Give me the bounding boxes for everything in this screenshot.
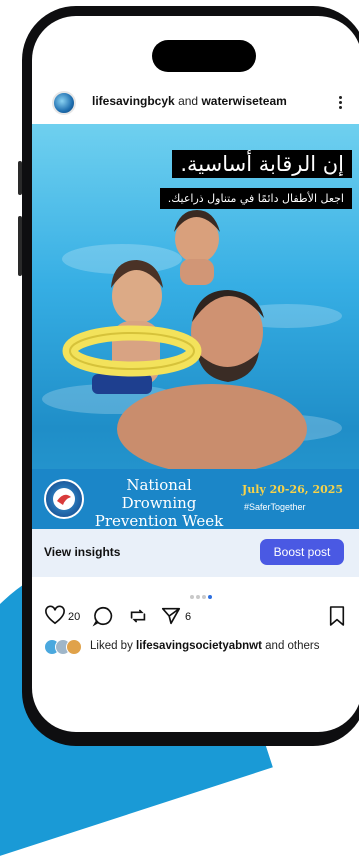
liked-by-prefix: Liked by bbox=[90, 640, 133, 652]
author-joiner: and bbox=[178, 94, 199, 108]
liked-by-text[interactable]: Liked by lifesavingsocietyabnwt and othe… bbox=[90, 640, 320, 652]
post-header: lifesavingbcyk and waterwiseteam bbox=[32, 80, 359, 124]
post-image[interactable]: إن الرقابة أساسية. اجعل الأطفال دائمًا ف… bbox=[32, 124, 359, 529]
shares-count[interactable]: 6 bbox=[185, 611, 191, 623]
banner-title-line-1: National Drowning bbox=[121, 476, 197, 512]
liked-by-row: Liked by lifesavingsocietyabnwt and othe… bbox=[44, 637, 359, 657]
post-actions: 20 6 bbox=[32, 601, 359, 633]
carousel-dot-active bbox=[208, 595, 212, 599]
overlay-headline: إن الرقابة أساسية. bbox=[172, 150, 352, 178]
avatar[interactable] bbox=[52, 91, 76, 115]
avatar bbox=[66, 639, 82, 655]
lifesaving-society-logo bbox=[44, 479, 84, 519]
banner-title: National Drowning Prevention Week bbox=[94, 476, 224, 529]
banner-dates: July 20-26, 2025 bbox=[242, 483, 344, 496]
more-icon[interactable] bbox=[335, 94, 345, 112]
author-username[interactable]: lifesavingbcyk bbox=[92, 94, 175, 108]
phone-screen: lifesavingbcyk and waterwiseteam إن الرق… bbox=[32, 16, 359, 732]
liked-by-user[interactable]: lifesavingsocietyabnwt bbox=[136, 640, 262, 652]
overlay-subline: اجعل الأطفال دائمًا في متناول ذراعيك. bbox=[159, 188, 352, 209]
dynamic-island bbox=[152, 40, 256, 72]
phone-side-button bbox=[18, 216, 22, 276]
campaign-banner: National Drowning Prevention Week July 2… bbox=[32, 469, 359, 529]
collaborator-username[interactable]: waterwiseteam bbox=[201, 94, 286, 108]
carousel-dot bbox=[196, 595, 200, 599]
liker-avatars[interactable] bbox=[44, 639, 84, 655]
banner-hashtag: #SaferTogether bbox=[244, 502, 306, 512]
post-author-line: lifesavingbcyk and waterwiseteam bbox=[92, 94, 287, 108]
comment-icon[interactable] bbox=[92, 605, 114, 632]
banner-title-line-2: Prevention Week bbox=[94, 512, 224, 529]
view-insights-link[interactable]: View insights bbox=[44, 545, 120, 559]
carousel-dot bbox=[202, 595, 206, 599]
boost-post-button[interactable]: Boost post bbox=[260, 539, 344, 565]
carousel-dot bbox=[190, 595, 194, 599]
repost-icon[interactable] bbox=[127, 605, 149, 632]
insights-bar: View insights Boost post bbox=[32, 529, 359, 577]
liked-by-suffix: and others bbox=[265, 640, 320, 652]
bookmark-icon[interactable] bbox=[328, 605, 346, 632]
phone-side-button bbox=[18, 161, 22, 195]
heart-icon[interactable] bbox=[44, 605, 66, 630]
phone-frame: lifesavingbcyk and waterwiseteam إن الرق… bbox=[18, 6, 359, 746]
share-icon[interactable] bbox=[160, 605, 182, 632]
likes-count[interactable]: 20 bbox=[68, 611, 80, 623]
